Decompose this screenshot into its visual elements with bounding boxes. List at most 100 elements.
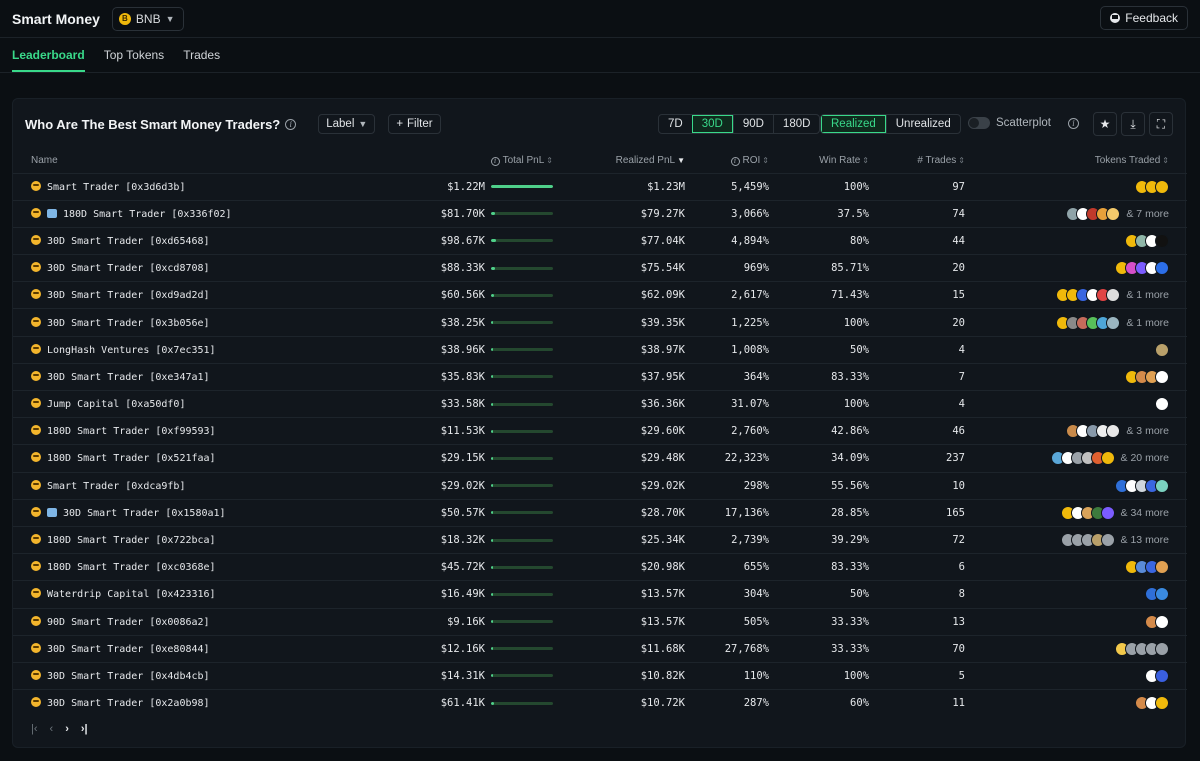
table-row[interactable]: LongHash Ventures [0x7ec351] $38.96K $38.9… — [13, 335, 1187, 364]
trader-name-cell[interactable]: 180D Smart Trader [0x336f02] — [13, 199, 313, 228]
trader-name-cell[interactable]: 30D Smart Trader [0xe347a1] — [13, 362, 313, 391]
trader-name-cell[interactable]: Waterdrip Capital [0x423316] — [13, 580, 313, 608]
table-row[interactable]: 30D Smart Trader [0xe347a1] $35.83K $37.95… — [13, 362, 1187, 391]
token-icon[interactable] — [1106, 315, 1121, 330]
period-7d[interactable]: 7D — [659, 115, 692, 133]
last-page-button[interactable]: ›| — [81, 723, 88, 735]
token-icon[interactable] — [1106, 424, 1121, 439]
trader-name-cell[interactable]: 30D Smart Trader [0x1580a1] — [13, 498, 313, 527]
trader-name-cell[interactable]: Smart Trader [0xdca9fb] — [13, 471, 313, 500]
more-tokens-label[interactable]: & 7 more — [1126, 208, 1169, 220]
token-icon[interactable] — [1155, 668, 1169, 683]
trader-name-cell[interactable]: 30D Smart Trader [0xe80844] — [13, 634, 313, 663]
trader-name-cell[interactable]: 30D Smart Trader [0xd65468] — [13, 226, 313, 255]
token-icon[interactable] — [1155, 478, 1169, 493]
trader-name-cell[interactable]: 30D Smart Trader [0x2a0b98] — [13, 689, 313, 717]
download-icon[interactable]: ⤓ — [1121, 112, 1145, 136]
fullscreen-icon[interactable]: ⛶ — [1149, 112, 1173, 136]
table-row[interactable]: 180D Smart Trader [0x722bca] $18.32K $25.3… — [13, 525, 1187, 554]
token-icon[interactable] — [1155, 614, 1169, 629]
more-tokens-label[interactable]: & 34 more — [1121, 507, 1169, 519]
trader-name-cell[interactable]: 30D Smart Trader [0xcd8708] — [13, 254, 313, 282]
trader-name-cell[interactable]: Smart Trader [0x3d6d3b] — [13, 172, 313, 201]
col-realized-pnl[interactable]: Realized PnL ▼ — [563, 149, 695, 173]
next-page-button[interactable]: › — [65, 723, 69, 735]
info-icon[interactable]: i — [285, 118, 297, 130]
trader-name-cell[interactable]: 180D Smart Trader [0xc0368e] — [13, 553, 313, 581]
trader-name-cell[interactable]: LongHash Ventures [0x7ec351] — [13, 335, 313, 364]
col-trades[interactable]: # Trades ⇕ — [879, 149, 975, 173]
table-row[interactable]: 30D Smart Trader [0x2a0b98] $61.41K $10.72… — [13, 689, 1187, 717]
token-icon[interactable] — [1155, 369, 1169, 384]
trader-name-cell[interactable]: 30D Smart Trader [0x4db4cb] — [13, 661, 313, 690]
trader-name-cell[interactable]: 30D Smart Trader [0xd9ad2d] — [13, 281, 313, 309]
trader-name-cell[interactable]: 180D Smart Trader [0xf99593] — [13, 417, 313, 445]
token-icon[interactable] — [1155, 261, 1169, 276]
info-icon[interactable]: i — [1068, 118, 1079, 129]
trader-name-cell[interactable]: 30D Smart Trader [0x3b056e] — [13, 308, 313, 337]
token-icon[interactable] — [1155, 587, 1169, 602]
star-icon[interactable]: ★ — [1093, 112, 1117, 136]
token-icon[interactable] — [1106, 288, 1121, 303]
period-30d[interactable]: 30D — [691, 115, 733, 133]
more-tokens-label[interactable]: & 20 more — [1121, 452, 1169, 464]
col-name[interactable]: Name — [13, 149, 313, 173]
table-row[interactable]: 180D Smart Trader [0xf99593] $11.53K $29.6… — [13, 417, 1187, 445]
table-row[interactable]: 30D Smart Trader [0x4db4cb] $14.31K $10.82… — [13, 661, 1187, 690]
tab-leaderboard[interactable]: Leaderboard — [12, 48, 85, 72]
total-pnl-value: $50.57K — [440, 506, 485, 519]
trader-name-cell[interactable]: Jump Capital [0xa50df0] — [13, 389, 313, 418]
table-row[interactable]: Waterdrip Capital [0x423316] $16.49K $13.5… — [13, 580, 1187, 608]
tab-top-tokens[interactable]: Top Tokens — [104, 48, 165, 72]
tab-trades[interactable]: Trades — [183, 48, 220, 72]
token-icon[interactable] — [1100, 451, 1115, 466]
table-row[interactable]: 30D Smart Trader [0xd65468] $98.67K $77.04… — [13, 226, 1187, 255]
token-icon[interactable] — [1100, 505, 1115, 520]
realized-pnl-cell: $77.04K — [563, 226, 695, 255]
table-row[interactable]: Jump Capital [0xa50df0] $33.58K $36.36K 31.… — [13, 389, 1187, 418]
filter-button[interactable]: + Filter — [388, 114, 441, 134]
table-row[interactable]: 180D Smart Trader [0xc0368e] $45.72K $20.9… — [13, 553, 1187, 581]
col-tokens-traded[interactable]: Tokens Traded ⇕ — [975, 149, 1187, 173]
chain-select[interactable]: B BNB ▼ — [111, 6, 184, 31]
token-icon[interactable] — [1155, 397, 1169, 412]
table-row[interactable]: Smart Trader [0xdca9fb] $29.02K $29.02K 298… — [13, 471, 1187, 500]
more-tokens-label[interactable]: & 13 more — [1121, 534, 1169, 546]
label-dropdown[interactable]: Label ▼ — [318, 114, 376, 134]
scatterplot-toggle[interactable] — [968, 117, 990, 129]
table-row[interactable]: 30D Smart Trader [0xd9ad2d] $60.56K $62.09… — [13, 281, 1187, 309]
col-win-rate[interactable]: Win Rate ⇕ — [779, 149, 879, 173]
first-page-button[interactable]: |‹ — [31, 723, 38, 735]
more-tokens-label[interactable]: & 1 more — [1126, 289, 1169, 301]
period-180d[interactable]: 180D — [772, 115, 819, 133]
feedback-button[interactable]: Feedback — [1100, 6, 1188, 30]
mode-realized[interactable]: Realized — [821, 115, 886, 133]
trader-name-cell[interactable]: 90D Smart Trader [0x0086a2] — [13, 607, 313, 636]
token-icon[interactable] — [1106, 206, 1121, 221]
token-icon[interactable] — [1155, 233, 1169, 248]
table-row[interactable]: 30D Smart Trader [0x1580a1] $50.57K $28.70… — [13, 498, 1187, 527]
table-row[interactable]: 30D Smart Trader [0xe80844] $12.16K $11.68… — [13, 634, 1187, 663]
more-tokens-label[interactable]: & 3 more — [1126, 425, 1169, 437]
col-total-pnl[interactable]: i Total PnL ⇕ — [313, 149, 563, 173]
col-roi[interactable]: i ROI ⇕ — [695, 149, 779, 173]
token-icon[interactable] — [1155, 342, 1169, 357]
token-icon[interactable] — [1100, 533, 1115, 548]
token-icon[interactable] — [1155, 641, 1169, 656]
table-row[interactable]: 180D Smart Trader [0x336f02] $81.70K $79.2… — [13, 199, 1187, 228]
trader-name-cell[interactable]: 180D Smart Trader [0x521faa] — [13, 444, 313, 473]
token-icon[interactable] — [1155, 696, 1169, 711]
table-row[interactable]: Smart Trader [0x3d6d3b] $1.22M $1.23M 5,459… — [13, 172, 1187, 201]
table-row[interactable]: 30D Smart Trader [0x3b056e] $38.25K $39.35… — [13, 308, 1187, 337]
table-row[interactable]: 90D Smart Trader [0x0086a2] $9.16K $13.57K… — [13, 607, 1187, 636]
token-icon[interactable] — [1155, 560, 1169, 575]
trader-name-cell[interactable]: 180D Smart Trader [0x722bca] — [13, 525, 313, 554]
prev-page-button[interactable]: ‹ — [50, 723, 54, 735]
more-tokens-label[interactable]: & 1 more — [1126, 317, 1169, 329]
token-icon[interactable] — [1155, 179, 1169, 194]
table-row[interactable]: 30D Smart Trader [0xcd8708] $88.33K $75.54… — [13, 254, 1187, 282]
period-90d[interactable]: 90D — [732, 115, 773, 133]
mode-unrealized[interactable]: Unrealized — [885, 115, 960, 133]
trader-name: 30D Smart Trader [0x1580a1] — [63, 507, 226, 519]
table-row[interactable]: 180D Smart Trader [0x521faa] $29.15K $29.4… — [13, 444, 1187, 473]
